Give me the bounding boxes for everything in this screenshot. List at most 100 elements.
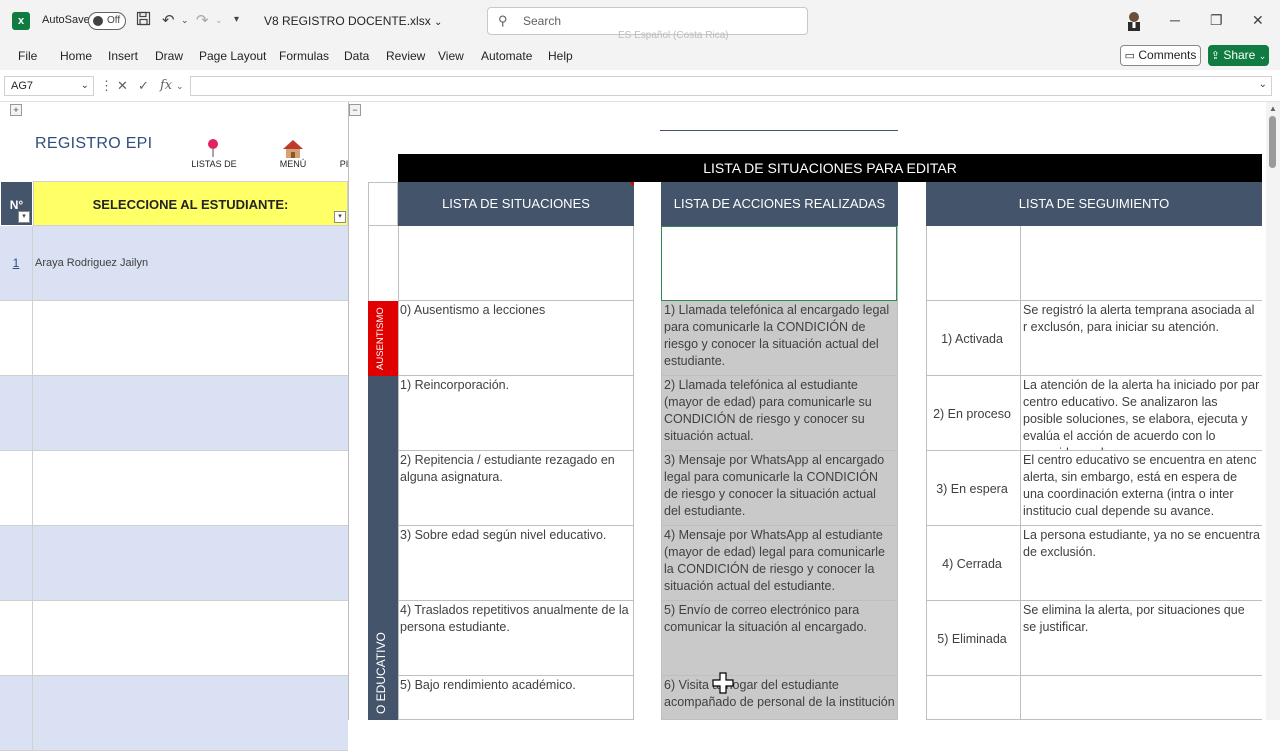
freeze-pane-line — [348, 102, 349, 720]
table-row[interactable] — [0, 526, 348, 601]
seguimiento-cell[interactable]: Se registró la alerta temprana asociada … — [1021, 301, 1262, 376]
estado-cell[interactable] — [926, 676, 1020, 720]
situacion-cell[interactable]: 2) Repitencia / estudiante rezagado en a… — [398, 451, 633, 526]
toggle-knob — [93, 16, 103, 26]
ribbon-tabs: File Home Insert Draw Page Layout Formul… — [0, 42, 1280, 70]
file-name[interactable]: V8 REGISTRO DOCENTE.xlsx ⌄ — [264, 14, 442, 28]
comments-button[interactable]: ▭ Comments — [1120, 45, 1201, 66]
scrollbar-thumb[interactable] — [1269, 116, 1276, 168]
situacion-cell[interactable]: 3) Sobre edad según nivel educativo. — [398, 526, 633, 601]
close-icon[interactable]: ✕ — [1252, 12, 1264, 29]
accion-cell[interactable]: 1) Llamada telefónica al encargado legal… — [662, 301, 897, 376]
comment-icon: ▭ — [1124, 50, 1136, 62]
accion-cell[interactable]: 2) Llamada telefónica al estudiante (may… — [662, 376, 897, 451]
estado-cell[interactable]: 3) En espera — [926, 451, 1020, 526]
header-situaciones: LISTA DE SITUACIONES — [398, 182, 634, 226]
expand-formula-icon[interactable]: ⌄ — [1259, 79, 1267, 90]
table-row[interactable] — [0, 676, 348, 751]
table-row[interactable] — [0, 451, 348, 526]
edit-list-banner: LISTA DE SITUACIONES PARA EDITAR — [398, 154, 1262, 182]
shortcut-menu[interactable]: MENÚ — [276, 159, 310, 169]
seguimiento-cell[interactable]: La persona estudiante, ya no se encuentr… — [1021, 526, 1262, 601]
group-ausentismo: AUSENTISMO — [368, 301, 398, 376]
tab-home[interactable]: Home — [60, 49, 92, 63]
estado-cell[interactable]: 4) Cerrada — [926, 526, 1020, 601]
excel-logo-icon: x — [12, 12, 30, 30]
accion-cell[interactable] — [661, 226, 897, 301]
tab-file[interactable]: File — [18, 49, 37, 63]
seguimiento-cell[interactable]: El centro educativo se encuentra en aten… — [1021, 451, 1262, 526]
situacion-cell[interactable]: 5) Bajo rendimiento académico. — [398, 676, 633, 720]
tab-help[interactable]: Help — [548, 49, 573, 63]
title-bar: x AutoSave Off ↶ ⌄ ↷ ⌄ ▾ V8 REGISTRO DOC… — [0, 0, 1280, 42]
student-number[interactable]: 1 — [0, 226, 33, 300]
restore-icon[interactable]: ❐ — [1210, 12, 1223, 29]
tab-page-layout[interactable]: Page Layout — [199, 49, 266, 63]
more-options-icon[interactable]: ⋮ — [100, 78, 113, 94]
seguimiento-cell[interactable]: La atención de la alerta ha iniciado por… — [1021, 376, 1262, 451]
outline-expand-button[interactable]: + — [10, 104, 22, 116]
file-name-text: V8 REGISTRO DOCENTE.xlsx — [264, 14, 431, 28]
share-button[interactable]: ⇪ Share ⌄ — [1208, 45, 1269, 66]
accion-cell[interactable]: 6) Visita al hogar del estudiante acompa… — [662, 676, 897, 720]
filter-dropdown-icon[interactable]: ▾ — [18, 211, 30, 223]
table-row[interactable]: 1 Araya Rodriguez Jailyn — [0, 226, 348, 301]
chevron-down-icon[interactable]: ⌄ — [81, 77, 89, 95]
tab-draw[interactable]: Draw — [155, 49, 183, 63]
situacion-cell[interactable]: 4) Traslados repetitivos anualmente de l… — [398, 601, 633, 676]
chevron-down-icon[interactable]: ⌄ — [176, 81, 184, 92]
autosave-toggle[interactable]: Off — [88, 12, 126, 30]
seguimiento-cell[interactable] — [1021, 676, 1262, 720]
scroll-up-icon[interactable]: ▲ — [1269, 104, 1277, 113]
grid-line — [897, 226, 898, 720]
estado-cell[interactable]: 2) En proceso — [926, 376, 1020, 451]
customize-toolbar-icon[interactable]: ▾ — [234, 14, 239, 25]
filter-dropdown-icon[interactable]: ▾ — [334, 211, 346, 223]
student-name: Araya Rodriguez Jailyn — [35, 257, 149, 269]
enter-icon[interactable]: ✓ — [138, 78, 149, 94]
tab-automate[interactable]: Automate — [481, 49, 532, 63]
tab-insert[interactable]: Insert — [108, 49, 138, 63]
tab-view[interactable]: View — [438, 49, 464, 63]
search-placeholder: Search — [523, 14, 562, 28]
formula-input[interactable]: ⌄ — [190, 76, 1272, 96]
fx-symbol: fx — [160, 78, 173, 93]
seguimiento-cell[interactable] — [1020, 226, 1262, 301]
accion-cell[interactable]: 4) Mensaje por WhatsApp al estudiante (m… — [662, 526, 897, 601]
tab-data[interactable]: Data — [344, 49, 369, 63]
undo-icon[interactable]: ↶ — [162, 11, 175, 29]
estado-cell[interactable]: 5) Eliminada — [926, 601, 1020, 676]
minimize-icon[interactable]: ─ — [1170, 12, 1180, 28]
shortcut-partial[interactable]: PI — [338, 159, 350, 169]
chevron-down-icon: ⌄ — [434, 17, 443, 28]
insert-function-icon[interactable]: fx — [160, 78, 172, 93]
name-box[interactable]: AG7 ⌄ — [4, 76, 94, 96]
student-number — [0, 601, 33, 675]
situacion-cell[interactable] — [398, 226, 633, 301]
search-icon: ⚲ — [498, 13, 508, 28]
avatar[interactable] — [1124, 10, 1144, 32]
outline-collapse-button[interactable]: − — [349, 104, 361, 116]
situacion-cell[interactable]: 0) Ausentismo a lecciones — [398, 301, 633, 376]
tab-review[interactable]: Review — [386, 49, 425, 63]
redo-dropdown-icon[interactable]: ⌄ — [215, 15, 223, 26]
vertical-scrollbar[interactable]: ▲ — [1266, 102, 1280, 720]
save-icon[interactable] — [136, 11, 151, 30]
estado-cell[interactable] — [926, 226, 1020, 301]
accion-cell[interactable]: 5) Envío de correo electrónico para comu… — [662, 601, 897, 676]
cancel-icon[interactable]: ✕ — [117, 78, 128, 94]
redo-icon[interactable]: ↷ — [196, 11, 209, 29]
table-row[interactable] — [0, 601, 348, 676]
divider — [660, 130, 898, 131]
accion-cell[interactable]: 3) Mensaje por WhatsApp al encargado leg… — [662, 451, 897, 526]
seguimiento-cell[interactable]: Se elimina la alerta, por situaciones qu… — [1021, 601, 1262, 676]
table-row[interactable] — [0, 376, 348, 451]
situacion-cell[interactable]: 1) Reincorporación. — [398, 376, 633, 451]
undo-dropdown-icon[interactable]: ⌄ — [181, 15, 189, 26]
shortcut-listas[interactable]: LISTAS DE — [190, 159, 238, 169]
estado-cell[interactable]: 1) Activada — [926, 301, 1020, 376]
student-number — [0, 301, 33, 375]
chevron-down-icon: ⌄ — [1258, 51, 1267, 61]
table-row[interactable] — [0, 301, 348, 376]
tab-formulas[interactable]: Formulas — [279, 49, 329, 63]
